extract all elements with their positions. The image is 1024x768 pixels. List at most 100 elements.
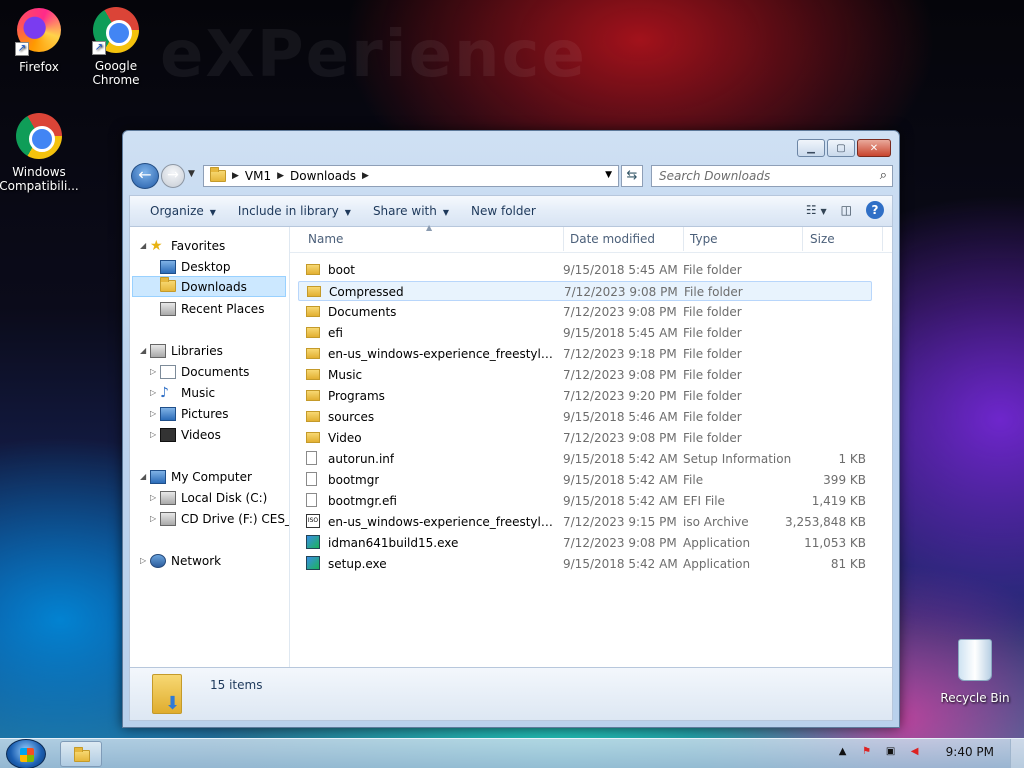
desktop-icon-google-chrome[interactable]: ↗ Google Chrome xyxy=(76,6,156,87)
show-hidden-icons-icon[interactable]: ▲ xyxy=(836,745,850,759)
taskbar-explorer-button[interactable] xyxy=(60,741,102,767)
expand-icon[interactable]: ▷ xyxy=(150,388,160,397)
file-name: Video xyxy=(328,431,362,445)
file-row[interactable]: en-us_windows-experience_freestyle-sp1..… xyxy=(298,344,872,364)
tree-item-favorites[interactable]: ◢ ★ Favorites xyxy=(140,235,225,256)
file-row[interactable]: Documents 7/12/2023 9:08 PM File folder xyxy=(298,302,872,322)
tree-label: CD Drive (F:) CES_X6 xyxy=(181,511,289,526)
caption-buttons: ▁ ▢ ✕ xyxy=(797,139,891,157)
action-center-flag-icon[interactable]: ⚑ xyxy=(860,745,874,759)
file-row[interactable]: efi 9/15/2018 5:45 AM File folder xyxy=(298,323,872,343)
preview-pane-icon[interactable]: ◫ xyxy=(841,203,852,217)
breadcrumb-separator-icon[interactable]: ▶ xyxy=(277,171,284,181)
tree-label: Pictures xyxy=(181,406,229,421)
refresh-button[interactable]: ⇆ xyxy=(621,165,643,187)
file-row[interactable]: Music 7/12/2023 9:08 PM File folder xyxy=(298,365,872,385)
desktop-icon-windows-compatibility[interactable]: Windows Compatibili... xyxy=(0,112,79,193)
breadcrumb-separator-icon[interactable]: ▶ xyxy=(362,171,369,181)
column-divider[interactable] xyxy=(683,227,684,251)
file-name: efi xyxy=(328,326,343,340)
file-row[interactable]: boot 9/15/2018 5:45 AM File folder xyxy=(298,260,872,280)
search-placeholder: Search Downloads xyxy=(659,169,771,183)
column-header-name[interactable]: Name xyxy=(308,232,343,246)
chrome-icon xyxy=(15,113,63,161)
file-date-modified: 9/15/2018 5:46 AM xyxy=(563,410,678,424)
file-row[interactable]: idman641build15.exe 7/12/2023 9:08 PM Appl… xyxy=(298,533,872,553)
file-row[interactable]: bootmgr.efi 9/15/2018 5:42 AM EFI File 1,41… xyxy=(298,491,872,511)
column-divider[interactable] xyxy=(802,227,803,251)
tree-item-my-computer[interactable]: ◢ My Computer xyxy=(140,466,252,487)
expand-icon[interactable]: ▷ xyxy=(140,556,150,565)
organize-button[interactable]: Organize ▼ xyxy=(142,204,224,218)
file-row[interactable]: setup.exe 9/15/2018 5:42 AM Application 81 … xyxy=(298,554,872,574)
tree-item-desktop[interactable]: Desktop xyxy=(160,256,231,277)
downloads-folder-icon xyxy=(152,674,182,714)
breadcrumb-separator-icon[interactable]: ▶ xyxy=(232,171,239,181)
address-bar[interactable]: ▶ VM1 ▶ Downloads ▶ ▼ xyxy=(203,165,619,187)
expand-icon[interactable]: ▷ xyxy=(150,409,160,418)
search-icon[interactable]: ⌕ xyxy=(880,166,887,186)
show-desktop-button[interactable] xyxy=(1010,739,1024,768)
tree-item-documents[interactable]: ▷ Documents xyxy=(150,361,249,382)
collapse-icon[interactable]: ◢ xyxy=(140,241,150,250)
clock[interactable]: 9:40 PM xyxy=(946,745,994,759)
column-header-type[interactable]: Type xyxy=(690,232,718,246)
tree-item-network[interactable]: ▷ Network xyxy=(140,550,221,571)
file-size: 3,253,848 KB xyxy=(785,515,866,529)
expand-icon[interactable]: ▷ xyxy=(150,367,160,376)
file-name: idman641build15.exe xyxy=(328,536,459,550)
file-date-modified: 7/12/2023 9:08 PM xyxy=(563,536,677,550)
file-row[interactable]: ISO en-us_windows-experience_freestyle-sp… xyxy=(298,512,872,532)
back-button[interactable]: ← xyxy=(131,163,159,189)
breadcrumb-downloads[interactable]: Downloads xyxy=(290,169,356,183)
column-divider[interactable] xyxy=(882,227,883,251)
file-row[interactable]: Video 7/12/2023 9:08 PM File folder xyxy=(298,428,872,448)
start-button[interactable] xyxy=(6,739,46,768)
network-status-icon[interactable]: ▣ xyxy=(884,745,898,759)
network-icon xyxy=(150,553,166,568)
tree-item-local-disk[interactable]: ▷ Local Disk (C:) xyxy=(150,487,267,508)
expand-icon[interactable]: ▷ xyxy=(150,430,160,439)
recent-pages-dropdown[interactable]: ▼ xyxy=(188,169,195,179)
tree-item-cd-drive[interactable]: ▷ CD Drive (F:) CES_X6 xyxy=(150,508,289,529)
column-headers: ▲ Name Date modified Type Size xyxy=(290,223,892,253)
breadcrumb-vm1[interactable]: VM1 xyxy=(245,169,271,183)
collapse-icon[interactable]: ◢ xyxy=(140,346,150,355)
file-type: File xyxy=(683,473,704,487)
tree-item-recent-places[interactable]: Recent Places xyxy=(160,298,264,319)
file-row[interactable]: sources 9/15/2018 5:46 AM File folder xyxy=(298,407,872,427)
search-input[interactable]: Search Downloads ⌕ xyxy=(651,165,893,187)
view-options-icon[interactable]: ☷ ▼ xyxy=(806,203,827,217)
tree-item-music[interactable]: ▷ ♪ Music xyxy=(150,382,215,403)
new-folder-button[interactable]: New folder xyxy=(463,204,544,218)
expand-icon[interactable]: ▷ xyxy=(150,493,160,502)
maximize-button[interactable]: ▢ xyxy=(827,139,855,157)
file-date-modified: 9/15/2018 5:45 AM xyxy=(563,326,678,340)
column-header-date-modified[interactable]: Date modified xyxy=(570,232,655,246)
tree-item-videos[interactable]: ▷ Videos xyxy=(150,424,221,445)
close-button[interactable]: ✕ xyxy=(857,139,891,157)
column-header-size[interactable]: Size xyxy=(810,232,835,246)
expand-icon[interactable]: ▷ xyxy=(150,514,160,523)
desktop-icon-firefox[interactable]: ↗ Firefox xyxy=(0,6,79,74)
collapse-icon[interactable]: ◢ xyxy=(140,472,150,481)
forward-button[interactable]: → xyxy=(161,164,185,188)
file-row[interactable]: bootmgr 9/15/2018 5:42 AM File 399 KB xyxy=(298,470,872,490)
include-in-library-button[interactable]: Include in library ▼ xyxy=(230,204,359,218)
volume-muted-icon[interactable]: ◀ xyxy=(908,745,922,759)
file-type: File folder xyxy=(683,305,742,319)
file-row[interactable]: Programs 7/12/2023 9:20 PM File folder xyxy=(298,386,872,406)
downloads-folder-icon xyxy=(160,276,176,294)
help-icon[interactable]: ? xyxy=(866,201,884,219)
desktop-icon-recycle-bin[interactable]: Recycle Bin xyxy=(935,636,1015,705)
file-row[interactable]: autorun.inf 9/15/2018 5:42 AM Setup Inform… xyxy=(298,449,872,469)
address-dropdown-icon[interactable]: ▼ xyxy=(605,170,612,180)
share-with-button[interactable]: Share with ▼ xyxy=(365,204,457,218)
column-divider[interactable] xyxy=(563,227,564,251)
desktop-icon-label: Windows Compatibili... xyxy=(0,165,79,193)
tree-item-downloads[interactable]: Downloads xyxy=(132,276,286,297)
tree-item-libraries[interactable]: ◢ Libraries xyxy=(140,340,223,361)
file-row[interactable]: Compressed 7/12/2023 9:08 PM File folder xyxy=(298,281,872,301)
tree-item-pictures[interactable]: ▷ Pictures xyxy=(150,403,229,424)
minimize-button[interactable]: ▁ xyxy=(797,139,825,157)
